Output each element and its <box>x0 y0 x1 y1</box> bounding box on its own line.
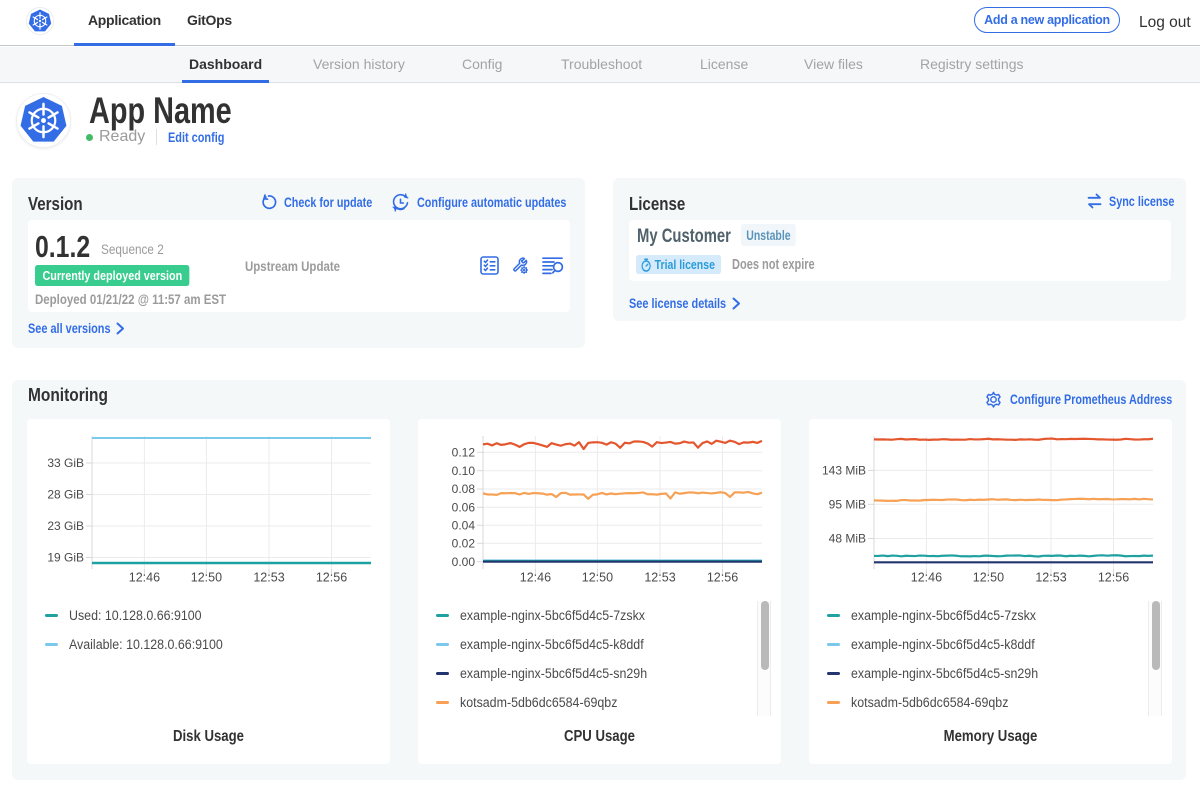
svg-text:12:53: 12:53 <box>253 571 284 585</box>
svg-text:0.12: 0.12 <box>452 446 476 460</box>
svg-text:12:53: 12:53 <box>644 571 675 585</box>
svg-text:0.08: 0.08 <box>452 482 476 496</box>
svg-text:0.00: 0.00 <box>452 555 476 569</box>
svg-text:143 MiB: 143 MiB <box>822 464 866 478</box>
svg-text:12:56: 12:56 <box>1098 571 1129 585</box>
svg-text:12:50: 12:50 <box>973 571 1004 585</box>
svg-text:12:56: 12:56 <box>707 571 738 585</box>
svg-text:12:50: 12:50 <box>582 571 613 585</box>
svg-text:12:46: 12:46 <box>129 571 160 585</box>
svg-text:12:46: 12:46 <box>911 571 942 585</box>
svg-text:33 GiB: 33 GiB <box>47 456 84 470</box>
svg-text:0.04: 0.04 <box>452 519 476 533</box>
svg-text:48 MiB: 48 MiB <box>829 532 866 546</box>
svg-text:28 GiB: 28 GiB <box>47 488 84 502</box>
svg-text:0.10: 0.10 <box>452 464 476 478</box>
svg-text:12:53: 12:53 <box>1035 571 1066 585</box>
svg-text:12:50: 12:50 <box>191 571 222 585</box>
svg-text:23 GiB: 23 GiB <box>47 519 84 533</box>
svg-text:12:46: 12:46 <box>520 571 551 585</box>
svg-text:19 GiB: 19 GiB <box>47 551 84 565</box>
svg-text:0.06: 0.06 <box>452 501 476 515</box>
svg-text:0.02: 0.02 <box>452 537 476 551</box>
svg-text:95 MiB: 95 MiB <box>829 498 866 512</box>
svg-text:12:56: 12:56 <box>316 571 347 585</box>
